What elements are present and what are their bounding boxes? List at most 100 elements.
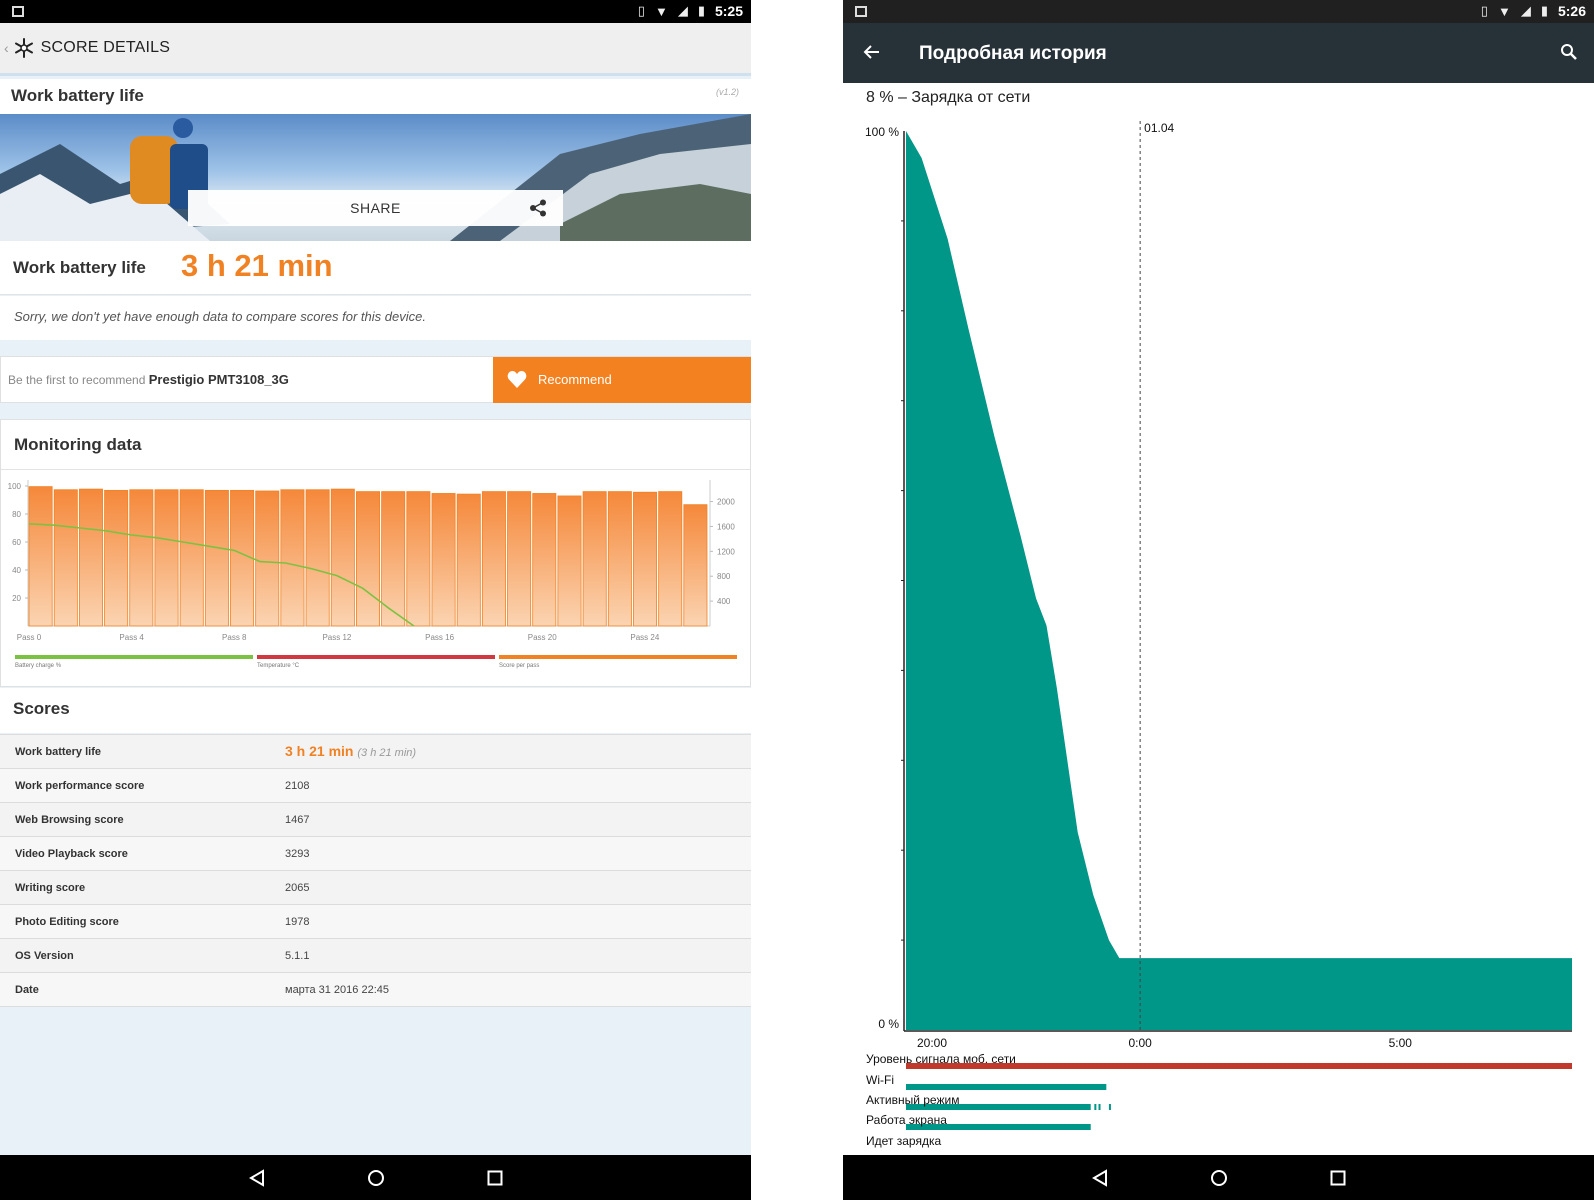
score-bar [356, 491, 380, 627]
test-title: Work battery life [11, 86, 144, 105]
y-top-label: 100 % [865, 125, 899, 139]
legend-swatch [499, 655, 737, 659]
y-tick-label-right: 1600 [717, 522, 735, 531]
score-bar [28, 486, 53, 627]
nav-back-button[interactable] [245, 1166, 269, 1190]
recents-square-icon [487, 1170, 502, 1185]
active-mode-bar [1108, 1104, 1111, 1110]
table-row: Photo Editing score 1978 [0, 905, 751, 939]
active-mode-bar [1098, 1104, 1101, 1110]
wifi-icon: ▼ [654, 3, 668, 19]
score-bar [607, 491, 632, 627]
x-tick-label: Pass 24 [630, 633, 659, 642]
score-value: 1978 [285, 916, 310, 928]
monitoring-title: Monitoring data [14, 435, 142, 454]
recommend-button[interactable]: Recommend [493, 357, 751, 403]
score-bar [431, 493, 456, 627]
legend-label: Temperature °C [257, 663, 300, 669]
score-bar [532, 493, 557, 627]
no-signal-icon: ◢ [677, 3, 688, 18]
score-bar [633, 491, 658, 627]
recommend-bar: Be the first to recommend Prestigio PMT3… [0, 356, 751, 403]
recents-square-icon [1330, 1170, 1345, 1185]
recommend-prefix-text: Be the first to recommend [8, 373, 146, 387]
score-bar [456, 493, 481, 627]
x-tick-label: Pass 16 [425, 633, 454, 642]
hiker-banner: SHARE [0, 114, 751, 241]
legend-label: Score per pass [499, 663, 539, 669]
score-note: (3 h 21 min) [357, 747, 417, 759]
battery-history-chart: 100 % 0 % 01.04 20:00 0:00 5:00 [865, 121, 1572, 1130]
table-row: OS Version 5.1.1 [0, 939, 751, 973]
score-bar [330, 488, 355, 627]
table-row: Web Browsing score 1467 [0, 803, 751, 837]
battery-level-area [906, 131, 1572, 1030]
heart-icon [507, 371, 527, 388]
app-header: ‹ SCORE DETAILS [0, 23, 751, 76]
y-tick-label-left: 100 [8, 482, 22, 491]
score-name: Work performance score [15, 780, 145, 792]
page-title: SCORE DETAILS [40, 39, 171, 56]
y-tick-label-right: 400 [717, 597, 731, 606]
system-navbar [843, 1155, 1594, 1200]
main-score-label: Work battery life [13, 258, 146, 277]
nav-recents-button[interactable] [483, 1166, 507, 1190]
clock: 5:25 [714, 3, 743, 19]
back-chevron-icon[interactable]: ‹ [4, 40, 9, 56]
y-tick-label-right: 1200 [717, 547, 735, 556]
notification-icon [12, 6, 24, 17]
status-row-label: Уровень сигнала моб. сети [866, 1052, 1016, 1066]
scores-title: Scores [13, 699, 70, 718]
x-tick-label: Pass 20 [528, 633, 557, 642]
recommend-button-label: Recommend [538, 372, 612, 387]
home-circle-icon [1210, 1169, 1227, 1186]
nav-home-button[interactable] [1207, 1166, 1231, 1190]
share-button[interactable]: SHARE [188, 190, 563, 226]
device-name: Prestigio PMT3108_3G [148, 372, 289, 387]
legend-label: Battery charge % [15, 663, 62, 669]
main-score-value: 3 h 21 min [181, 248, 333, 283]
x-tick-label: Pass 8 [222, 633, 247, 642]
score-name: Photo Editing score [15, 916, 119, 928]
score-bar [481, 491, 506, 627]
nav-home-button[interactable] [364, 1166, 388, 1190]
main-score-row: Work battery life 3 h 21 min [0, 241, 751, 295]
home-circle-icon [367, 1169, 384, 1186]
y-tick-label-left: 40 [12, 566, 21, 575]
score-bar [305, 489, 330, 627]
snowflake-logo-icon [14, 38, 33, 58]
score-bar [280, 489, 305, 627]
monitoring-panel: Monitoring data 100 80 60 40 20 2000 1600 1200 8… [0, 419, 751, 687]
score-value: 3 h 21 min (3 h 21 min) [285, 743, 416, 759]
status-row-label: Работа экрана [866, 1113, 947, 1127]
table-row: Video Playback score 3293 [0, 837, 751, 871]
right-phone-screen: ▯ ▼ ◢ ▮ 5:26 Подробная история 8 % – Зар… [843, 0, 1594, 1200]
score-value: 2065 [285, 882, 310, 894]
y-tick-label-left: 80 [12, 510, 21, 519]
score-bar [658, 491, 683, 627]
score-name: Work battery life [15, 746, 101, 758]
y-tick-label-left: 20 [12, 594, 21, 603]
score-bar [179, 489, 204, 627]
compare-notice-text: Sorry, we don't yet have enough data to … [14, 309, 426, 324]
share-label: SHARE [350, 200, 401, 216]
test-version: (v1.2) [715, 87, 739, 97]
table-row: Work performance score 2108 [0, 769, 751, 803]
nav-back-button[interactable] [1088, 1166, 1112, 1190]
system-navbar [0, 1155, 751, 1200]
scores-header: Scores [0, 688, 751, 733]
x-tick-label: 0:00 [1128, 1036, 1152, 1050]
nav-recents-button[interactable] [1326, 1166, 1350, 1190]
x-tick-label: Pass 0 [17, 633, 42, 642]
score-bar [406, 491, 431, 627]
test-title-row: Work battery life (v1.2) [0, 79, 751, 115]
y-bottom-label: 0 % [878, 1017, 899, 1031]
score-bar [129, 489, 154, 627]
divider [1, 469, 750, 470]
scores-table: Work battery life 3 h 21 min (3 h 21 min… [0, 734, 751, 1007]
table-row: Work battery life 3 h 21 min (3 h 21 min… [0, 735, 751, 769]
y-tick-label-right: 2000 [717, 498, 735, 507]
y-tick-label-right: 800 [717, 572, 731, 581]
status-row-label: Активный режим [866, 1093, 960, 1107]
table-row: Writing score 2065 [0, 871, 751, 905]
